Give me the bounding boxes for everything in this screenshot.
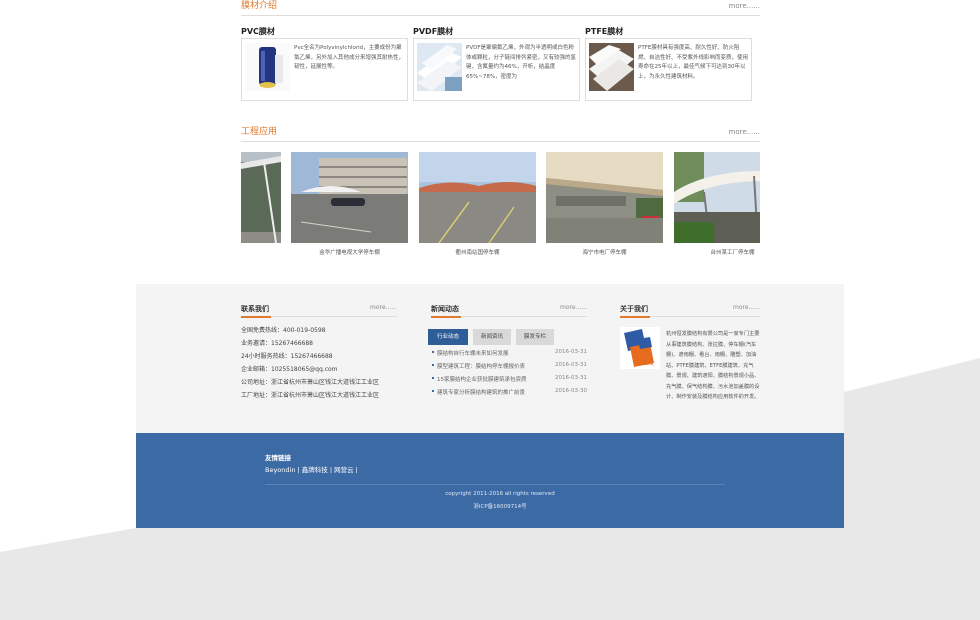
project-image-2	[291, 152, 408, 243]
material-card-pvc[interactable]: Pvc全名为Polyvinylchlorid，主要成份为聚氯乙烯，另外加入其他成…	[241, 38, 408, 101]
project-image-1	[241, 152, 281, 243]
materials-more-link[interactable]: more......	[729, 2, 760, 10]
friend-links[interactable]: Beyondin | 鑫牌科技 | 网营云 |	[265, 464, 358, 474]
icp-number[interactable]: 浙ICP备16009714号	[136, 502, 864, 510]
news-item-title[interactable]: 15家膜结构企业获批膜建筑承包资质	[437, 375, 539, 383]
about-description: 杭州恒发膜结构有限公司是一家专门主要从事建筑膜结构、张拉膜、停车棚(汽车棚)、遮…	[666, 331, 760, 400]
news-item-title[interactable]: 建筑专家分析膜结构建筑的推广前景	[437, 388, 539, 396]
project-photo-2[interactable]	[291, 152, 408, 243]
footer-bar: 友情链接 Beyondin | 鑫牌科技 | 网营云 | copyright 2…	[136, 433, 844, 528]
materials-title: 膜材介绍	[241, 1, 278, 11]
bullet-icon	[432, 377, 434, 379]
projects-title: 工程应用	[241, 127, 278, 137]
contact-hotline: 全国免费热线：400-019-0598	[241, 327, 326, 334]
contact-service: 24小时服务热线：15267466688	[241, 353, 333, 360]
project-caption-2[interactable]: 金华广播电视大学停车棚	[291, 248, 408, 256]
pvc-roll-image	[245, 43, 290, 91]
material-name-pvc[interactable]: PVC膜材	[241, 26, 275, 37]
contact-company-address: 公司地址：浙江省杭州市萧山区钱江大道钱江工业区	[241, 379, 380, 386]
friend-links-title: 友情链接	[265, 454, 291, 462]
news-item-date: 2016-03-30	[555, 388, 587, 394]
material-name-pvdf[interactable]: PVDF膜材	[413, 26, 453, 37]
copyright-text: copyright 2011-2016 all rights reserved	[445, 491, 555, 497]
material-card-pvdf[interactable]: PVDF是聚偏氟乙烯，外观为半透明或白色粉体或颗粒，分子链间排列紧密，又有较强的…	[413, 38, 580, 101]
projects-more-link[interactable]: more......	[729, 128, 760, 136]
web-page: 膜材介绍 more...... PVC膜材 Pvc全名为Polyvinylchl…	[136, 0, 844, 528]
project-photo-1[interactable]	[241, 152, 281, 243]
about-title: 关于我们	[620, 305, 650, 318]
project-image-5	[674, 152, 760, 243]
material-desc-pvc: Pvc全名为Polyvinylchlorid，主要成份为聚氯乙烯，另外加入其他成…	[294, 45, 404, 70]
project-caption-5[interactable]: 台州某工厂停车棚	[674, 248, 760, 256]
project-image-4	[546, 152, 663, 243]
tab-news-info[interactable]: 新闻资讯	[473, 329, 511, 345]
material-card-ptfe[interactable]: PTFE膜材具有强度高、耐久性好、防火阻燃、自洁性好、不受紫外线影响而变质，使用…	[585, 38, 752, 101]
contact-business: 业务邀请：15267466688	[241, 340, 313, 347]
project-carousel[interactable]: 金华广播电视大学停车棚 衢州南站国停车棚 海宁市电厂停车棚 台州某工厂停车棚	[241, 152, 760, 256]
ptfe-sheet-image	[589, 43, 634, 91]
tab-industry-news[interactable]: 行业动态	[428, 329, 468, 345]
project-photo-5[interactable]	[674, 152, 760, 243]
news-header: 新闻动态 more......	[431, 304, 587, 318]
pvdf-sheet-image	[417, 43, 462, 91]
materials-section-header: 膜材介绍 more......	[241, 0, 760, 16]
material-name-ptfe[interactable]: PTFE膜材	[585, 26, 623, 37]
project-photo-4[interactable]	[546, 152, 663, 243]
news-more-link[interactable]: more......	[560, 304, 587, 311]
contact-header: 联系我们 more......	[241, 304, 397, 318]
logo-text: 恒发	[642, 359, 654, 367]
news-title: 新闻动态	[431, 305, 461, 318]
project-photo-3[interactable]	[419, 152, 536, 243]
news-item-date: 2016-03-31	[555, 349, 587, 355]
project-caption-3[interactable]: 衢州南站国停车棚	[419, 248, 536, 256]
contact-email: 企业邮箱：1025518065@qq.com	[241, 366, 338, 373]
company-logo-icon: 恒发	[620, 327, 660, 369]
contact-more-link[interactable]: more......	[370, 304, 397, 311]
projects-section-header: 工程应用 more......	[241, 126, 760, 142]
contact-factory-address: 工厂地址：浙江省杭州市萧山区钱江大道钱江工业区	[241, 392, 380, 399]
tab-membrane-column[interactable]: 膜发专栏	[516, 329, 554, 345]
project-image-3	[419, 152, 536, 243]
about-more-link[interactable]: more......	[733, 304, 760, 311]
bullet-icon	[432, 390, 434, 392]
contact-title: 联系我们	[241, 305, 271, 318]
about-header: 关于我们 more......	[620, 304, 760, 318]
material-desc-pvdf: PVDF是聚偏氟乙烯，外观为半透明或白色粉体或颗粒，分子链间排列紧密，又有较强的…	[466, 45, 576, 80]
project-caption-4[interactable]: 海宁市电厂停车棚	[546, 248, 663, 256]
news-item-date: 2016-03-31	[555, 362, 587, 368]
bullet-icon	[432, 351, 434, 353]
footer-divider	[265, 484, 725, 485]
news-item-date: 2016-03-31	[555, 375, 587, 381]
news-item-title[interactable]: 膜型建筑工程：膜结构停车棚报价表	[437, 362, 539, 370]
bullet-icon	[432, 364, 434, 366]
news-item-title[interactable]: 膜结构自行车棚未来如何发展	[437, 349, 539, 357]
material-desc-ptfe: PTFE膜材具有强度高、耐久性好、防火阻燃、自洁性好、不受紫外线影响而变质，使用…	[638, 45, 748, 80]
